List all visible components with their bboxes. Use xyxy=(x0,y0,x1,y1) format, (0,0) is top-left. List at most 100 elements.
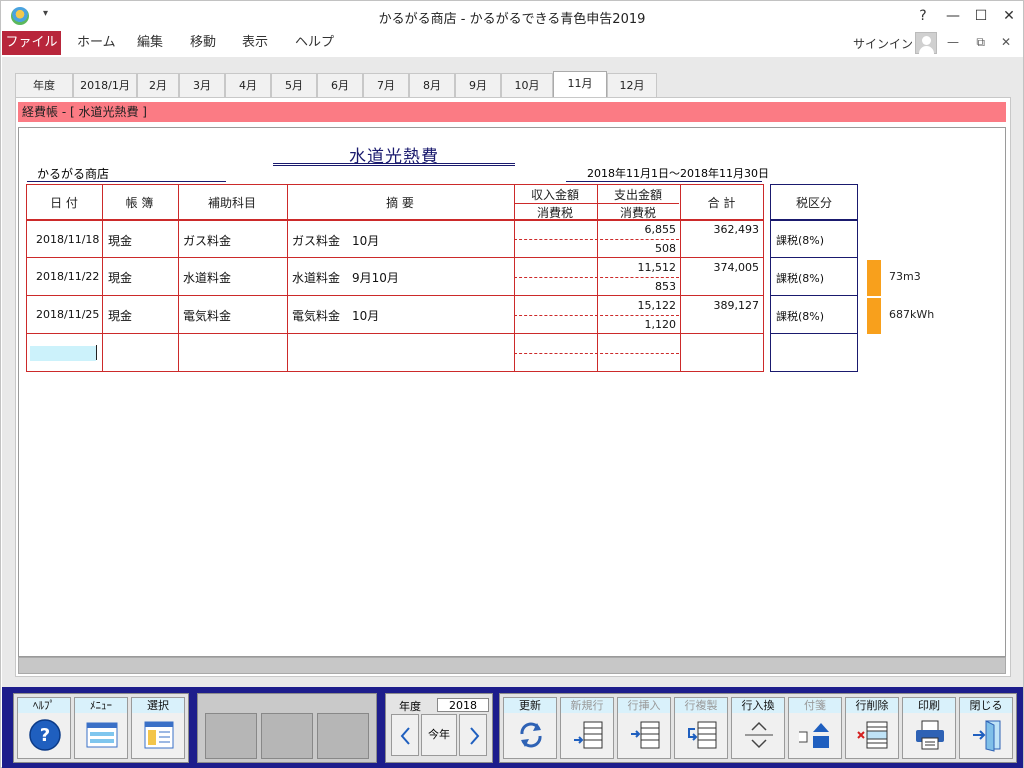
new-row-button[interactable]: 新規行 xyxy=(560,697,614,759)
row-divider xyxy=(771,220,857,221)
help-icon[interactable]: ? xyxy=(911,5,935,27)
year-input[interactable]: 2018 xyxy=(437,698,489,712)
blank-slot xyxy=(205,713,257,759)
menu-home[interactable]: ホーム xyxy=(63,31,130,55)
menu-edit[interactable]: 編集 xyxy=(123,31,177,55)
tab-6[interactable]: 6月 xyxy=(317,73,363,97)
sticky-note-electric[interactable]: 687kWh xyxy=(889,308,934,321)
row2-sub[interactable]: 水道料金 xyxy=(183,269,231,286)
row3-sub[interactable]: 電気料金 xyxy=(183,307,231,324)
row3-date[interactable]: 2018/11/25 xyxy=(36,308,99,321)
menu-button[interactable]: ﾒﾆｭｰ xyxy=(74,697,128,759)
sticky-note-icon xyxy=(799,723,829,748)
row1-book[interactable]: 現金 xyxy=(108,232,132,249)
close-screen-button[interactable]: 閉じる xyxy=(959,697,1013,759)
row3-expense[interactable]: 15,122 xyxy=(598,299,677,312)
copy-row-icon xyxy=(688,721,717,749)
help-button[interactable]: ﾍﾙﾌﾟ ? xyxy=(17,697,71,759)
row3-book[interactable]: 現金 xyxy=(108,307,132,324)
horizontal-scrollbar[interactable] xyxy=(18,657,1006,674)
row1-tax-class[interactable]: 課税(8%) xyxy=(776,232,824,248)
chevron-right-icon xyxy=(470,727,480,745)
row2-date[interactable]: 2018/11/22 xyxy=(36,270,99,283)
update-button-label: 更新 xyxy=(504,698,556,713)
tab-8[interactable]: 8月 xyxy=(409,73,455,97)
menu-move[interactable]: 移動 xyxy=(176,31,230,55)
swap-row-button-label: 行入換 xyxy=(732,698,784,713)
row1-date[interactable]: 2018/11/18 xyxy=(36,233,99,246)
tab-2018-1[interactable]: 2018/1月 xyxy=(73,73,137,97)
tab-7[interactable]: 7月 xyxy=(363,73,409,97)
col-header-income-tax: 消費税 xyxy=(536,206,573,220)
menu-view[interactable]: 表示 xyxy=(228,31,282,55)
signin-link[interactable]: サインイン xyxy=(853,35,913,52)
copy-row-button[interactable]: 行複製 xyxy=(674,697,728,759)
sticky-note-marker[interactable] xyxy=(867,298,881,334)
row1-sub[interactable]: ガス料金 xyxy=(183,232,231,249)
next-year-button[interactable] xyxy=(459,714,487,756)
row2-book[interactable]: 現金 xyxy=(108,269,132,286)
exit-door-icon xyxy=(973,720,1001,752)
row-divider xyxy=(771,333,857,334)
tab-5[interactable]: 5月 xyxy=(271,73,317,97)
ribbon-minimize-button[interactable]: — xyxy=(947,35,959,49)
row2-tax-class[interactable]: 課税(8%) xyxy=(776,270,824,286)
row3-expense-tax[interactable]: 1,120 xyxy=(598,318,677,331)
tab-3[interactable]: 3月 xyxy=(179,73,225,97)
shop-name: かるがる商店 xyxy=(37,167,110,181)
row-divider xyxy=(771,257,857,258)
tab-2[interactable]: 2月 xyxy=(137,73,179,97)
delete-row-button-label: 行削除 xyxy=(846,698,898,713)
select-list-icon xyxy=(144,721,174,749)
period-underline xyxy=(566,181,762,182)
row3-tax-class[interactable]: 課税(8%) xyxy=(776,308,824,324)
row2-expense-tax[interactable]: 853 xyxy=(598,280,676,293)
col-divider xyxy=(178,185,179,371)
row-divider xyxy=(27,333,763,334)
title-underline xyxy=(273,163,515,166)
row2-summary[interactable]: 水道料金 9月10月 xyxy=(292,269,399,286)
row-divider xyxy=(27,295,763,296)
cell-divider xyxy=(514,277,679,278)
minimize-button[interactable]: — xyxy=(941,5,965,27)
ribbon-close-button[interactable]: ✕ xyxy=(1001,35,1011,49)
col-divider xyxy=(102,185,103,371)
close-button[interactable]: ✕ xyxy=(997,5,1021,27)
window-title: かるがる商店 - かるがるできる青色申告2019 xyxy=(378,12,646,27)
select-button[interactable]: 選択 xyxy=(131,697,185,759)
avatar[interactable] xyxy=(915,32,937,54)
this-year-button[interactable]: 今年 xyxy=(421,714,457,756)
select-button-label: 選択 xyxy=(132,698,184,713)
ledger-header-bar: 経費帳 - [ 水道光熱費 ] xyxy=(18,102,1006,122)
insert-row-button[interactable]: 行挿入 xyxy=(617,697,671,759)
row1-expense[interactable]: 6,855 xyxy=(598,223,677,236)
tab-12[interactable]: 12月 xyxy=(607,73,657,97)
sticky-note-marker[interactable] xyxy=(867,260,881,296)
prev-year-button[interactable] xyxy=(391,714,419,756)
row1-expense-tax[interactable]: 508 xyxy=(598,242,676,255)
ribbon-restore-button[interactable]: ⧉ xyxy=(976,35,985,50)
text-caret xyxy=(96,345,97,360)
tab-year[interactable]: 年度 xyxy=(15,73,73,97)
delete-row-button[interactable]: 行削除 xyxy=(845,697,899,759)
tab-11[interactable]: 11月 xyxy=(553,71,607,97)
tab-4[interactable]: 4月 xyxy=(225,73,271,97)
row-divider xyxy=(771,295,857,296)
menu-file[interactable]: ファイル xyxy=(2,31,61,55)
new-row-icon xyxy=(574,721,603,749)
sticky-note-water[interactable]: 73m3 xyxy=(889,270,921,283)
update-button[interactable]: 更新 xyxy=(503,697,557,759)
tab-9[interactable]: 9月 xyxy=(455,73,501,97)
close-screen-button-label: 閉じる xyxy=(960,698,1012,713)
new-row-date-input[interactable] xyxy=(30,346,96,361)
tab-10[interactable]: 10月 xyxy=(501,73,553,97)
print-button[interactable]: 印刷 xyxy=(902,697,956,759)
maximize-button[interactable]: ☐ xyxy=(969,5,993,27)
row3-summary[interactable]: 電気料金 10月 xyxy=(292,307,379,324)
row1-summary[interactable]: ガス料金 10月 xyxy=(292,232,379,249)
swap-row-button[interactable]: 行入換 xyxy=(731,697,785,759)
sticky-note-button[interactable]: 付箋 xyxy=(788,697,842,759)
row2-expense[interactable]: 11,512 xyxy=(598,261,677,274)
menu-help[interactable]: ヘルプ xyxy=(281,31,348,55)
ribbon-menu: ファイル ホーム 編集 移動 表示 ヘルプ サインイン — ⧉ ✕ xyxy=(1,31,1023,55)
